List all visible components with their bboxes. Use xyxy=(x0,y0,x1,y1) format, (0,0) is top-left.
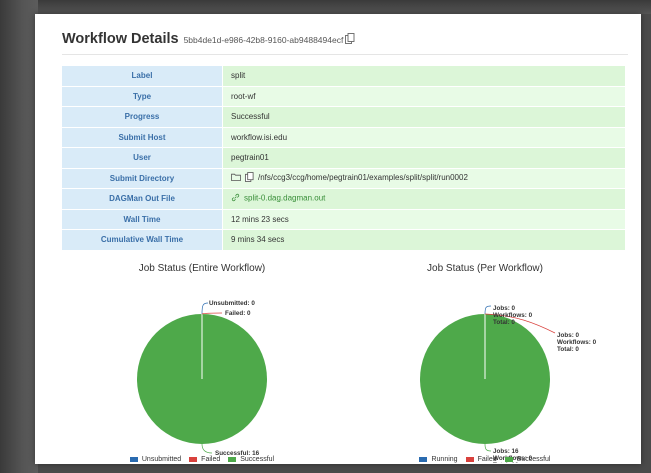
detail-value: split-0.dag.dagman.out xyxy=(222,188,626,210)
legend-label: Failed xyxy=(477,456,497,463)
legend-swatch xyxy=(129,457,138,462)
table-row: Label split xyxy=(61,65,626,87)
detail-value: 12 mins 23 secs xyxy=(222,208,626,230)
table-row: Submit Directory/nfs/ccg3/ccg/home/pegtr… xyxy=(61,167,626,189)
detail-label: Submit Host xyxy=(61,126,223,148)
legend-label: Successful xyxy=(240,456,275,463)
table-row: Type root-wf xyxy=(61,85,626,107)
detail-value: workflow.isi.edu xyxy=(222,126,626,148)
submit-directory-path: /nfs/ccg3/ccg/home/pegtrain01/examples/s… xyxy=(258,173,468,183)
dagman-out-file-link[interactable]: split-0.dag.dagman.out xyxy=(244,194,325,203)
legend-swatch xyxy=(465,457,474,462)
legend-swatch xyxy=(228,457,237,462)
divider xyxy=(62,54,628,55)
table-row: DAGMan Out File split-0.dag.dagman.out xyxy=(61,188,626,210)
data-label: Total: 0 xyxy=(493,319,515,326)
window-frame-left xyxy=(0,0,38,473)
copy-icon[interactable] xyxy=(345,31,355,44)
legend-item-successful[interactable]: Successful xyxy=(228,456,274,463)
legend-swatch xyxy=(189,457,198,462)
detail-value: 9 mins 34 secs xyxy=(222,229,626,251)
table-row: Submit Host workflow.isi.edu xyxy=(61,126,626,148)
data-label: Failed: 0 xyxy=(225,310,251,317)
table-row: User pegtrain01 xyxy=(61,147,626,169)
detail-label: Progress xyxy=(61,106,223,128)
detail-label: DAGMan Out File xyxy=(61,188,223,210)
data-label: Workflows: 0 xyxy=(557,339,597,346)
legend-label: Successful xyxy=(516,456,551,463)
legend-item-successful[interactable]: Successful xyxy=(504,456,551,463)
chart-per-workflow: Job Status (Per Workflow) Jobs: 0 Workflo… xyxy=(355,263,615,463)
folder-icon[interactable] xyxy=(231,173,241,183)
pie-chart-svg: Jobs: 0Workflows: 0Total: 0Jobs: 0Workfl… xyxy=(420,305,597,463)
page-header: Workflow Details 5bb4de1d-e986-42b8-9160… xyxy=(62,30,355,47)
workflow-details-panel: Workflow Details 5bb4de1d-e986-42b8-9160… xyxy=(35,14,641,464)
legend-label: Failed xyxy=(201,456,221,463)
details-table: Label split Type root-wf Progress Successful S… xyxy=(61,65,626,251)
legend-item-unsubmitted[interactable]: Unsubmitted xyxy=(129,456,182,463)
detail-value: root-wf xyxy=(222,85,626,107)
data-label: Total: 0 xyxy=(557,346,579,353)
detail-label: Wall Time xyxy=(61,208,223,230)
detail-value: pegtrain01 xyxy=(222,147,626,169)
copy-icon[interactable] xyxy=(245,172,254,184)
data-label: Jobs: 0 xyxy=(493,305,516,312)
legend-item-failed[interactable]: Failed xyxy=(189,456,220,463)
detail-label: Type xyxy=(61,85,223,107)
data-label: Jobs: 16 xyxy=(493,448,519,455)
workflow-id: 5bb4de1d-e986-42b8-9160-ab9488494ecf xyxy=(183,35,344,45)
window-frame-top xyxy=(0,0,651,14)
detail-label: User xyxy=(61,147,223,169)
pie-chart-svg: Unsubmitted: 0Failed: 0Successful: 16 xyxy=(137,300,267,457)
detail-label: Submit Directory xyxy=(61,167,223,189)
detail-value: Successful xyxy=(222,106,626,128)
table-row: Progress Successful xyxy=(61,106,626,128)
detail-value: split xyxy=(222,65,626,87)
legend-label: Unsubmitted xyxy=(141,456,182,463)
legend-label: Running xyxy=(431,456,458,463)
legend-swatch xyxy=(419,457,428,462)
data-label: Workflows: 0 xyxy=(493,312,533,319)
chart-legend: Running Failed Successful xyxy=(355,456,615,463)
detail-value: /nfs/ccg3/ccg/home/pegtrain01/examples/s… xyxy=(222,167,626,189)
table-row: Cumulative Wall Time 9 mins 34 secs xyxy=(61,229,626,251)
data-label: Unsubmitted: 0 xyxy=(209,300,255,307)
legend-item-running[interactable]: Running xyxy=(419,456,458,463)
data-label: Jobs: 0 xyxy=(557,332,580,339)
detail-label: Label xyxy=(61,65,223,87)
legend-item-failed[interactable]: Failed xyxy=(465,456,497,463)
table-row: Wall Time 12 mins 23 secs xyxy=(61,208,626,230)
chart-legend: Unsubmitted Failed Successful xyxy=(72,456,332,463)
detail-label: Cumulative Wall Time xyxy=(61,229,223,251)
legend-swatch xyxy=(504,457,513,462)
link-icon[interactable] xyxy=(231,193,240,204)
chart-entire-workflow: Job Status (Entire Workflow) Unsubmitted… xyxy=(72,263,332,463)
page-title: Workflow Details xyxy=(62,31,179,47)
